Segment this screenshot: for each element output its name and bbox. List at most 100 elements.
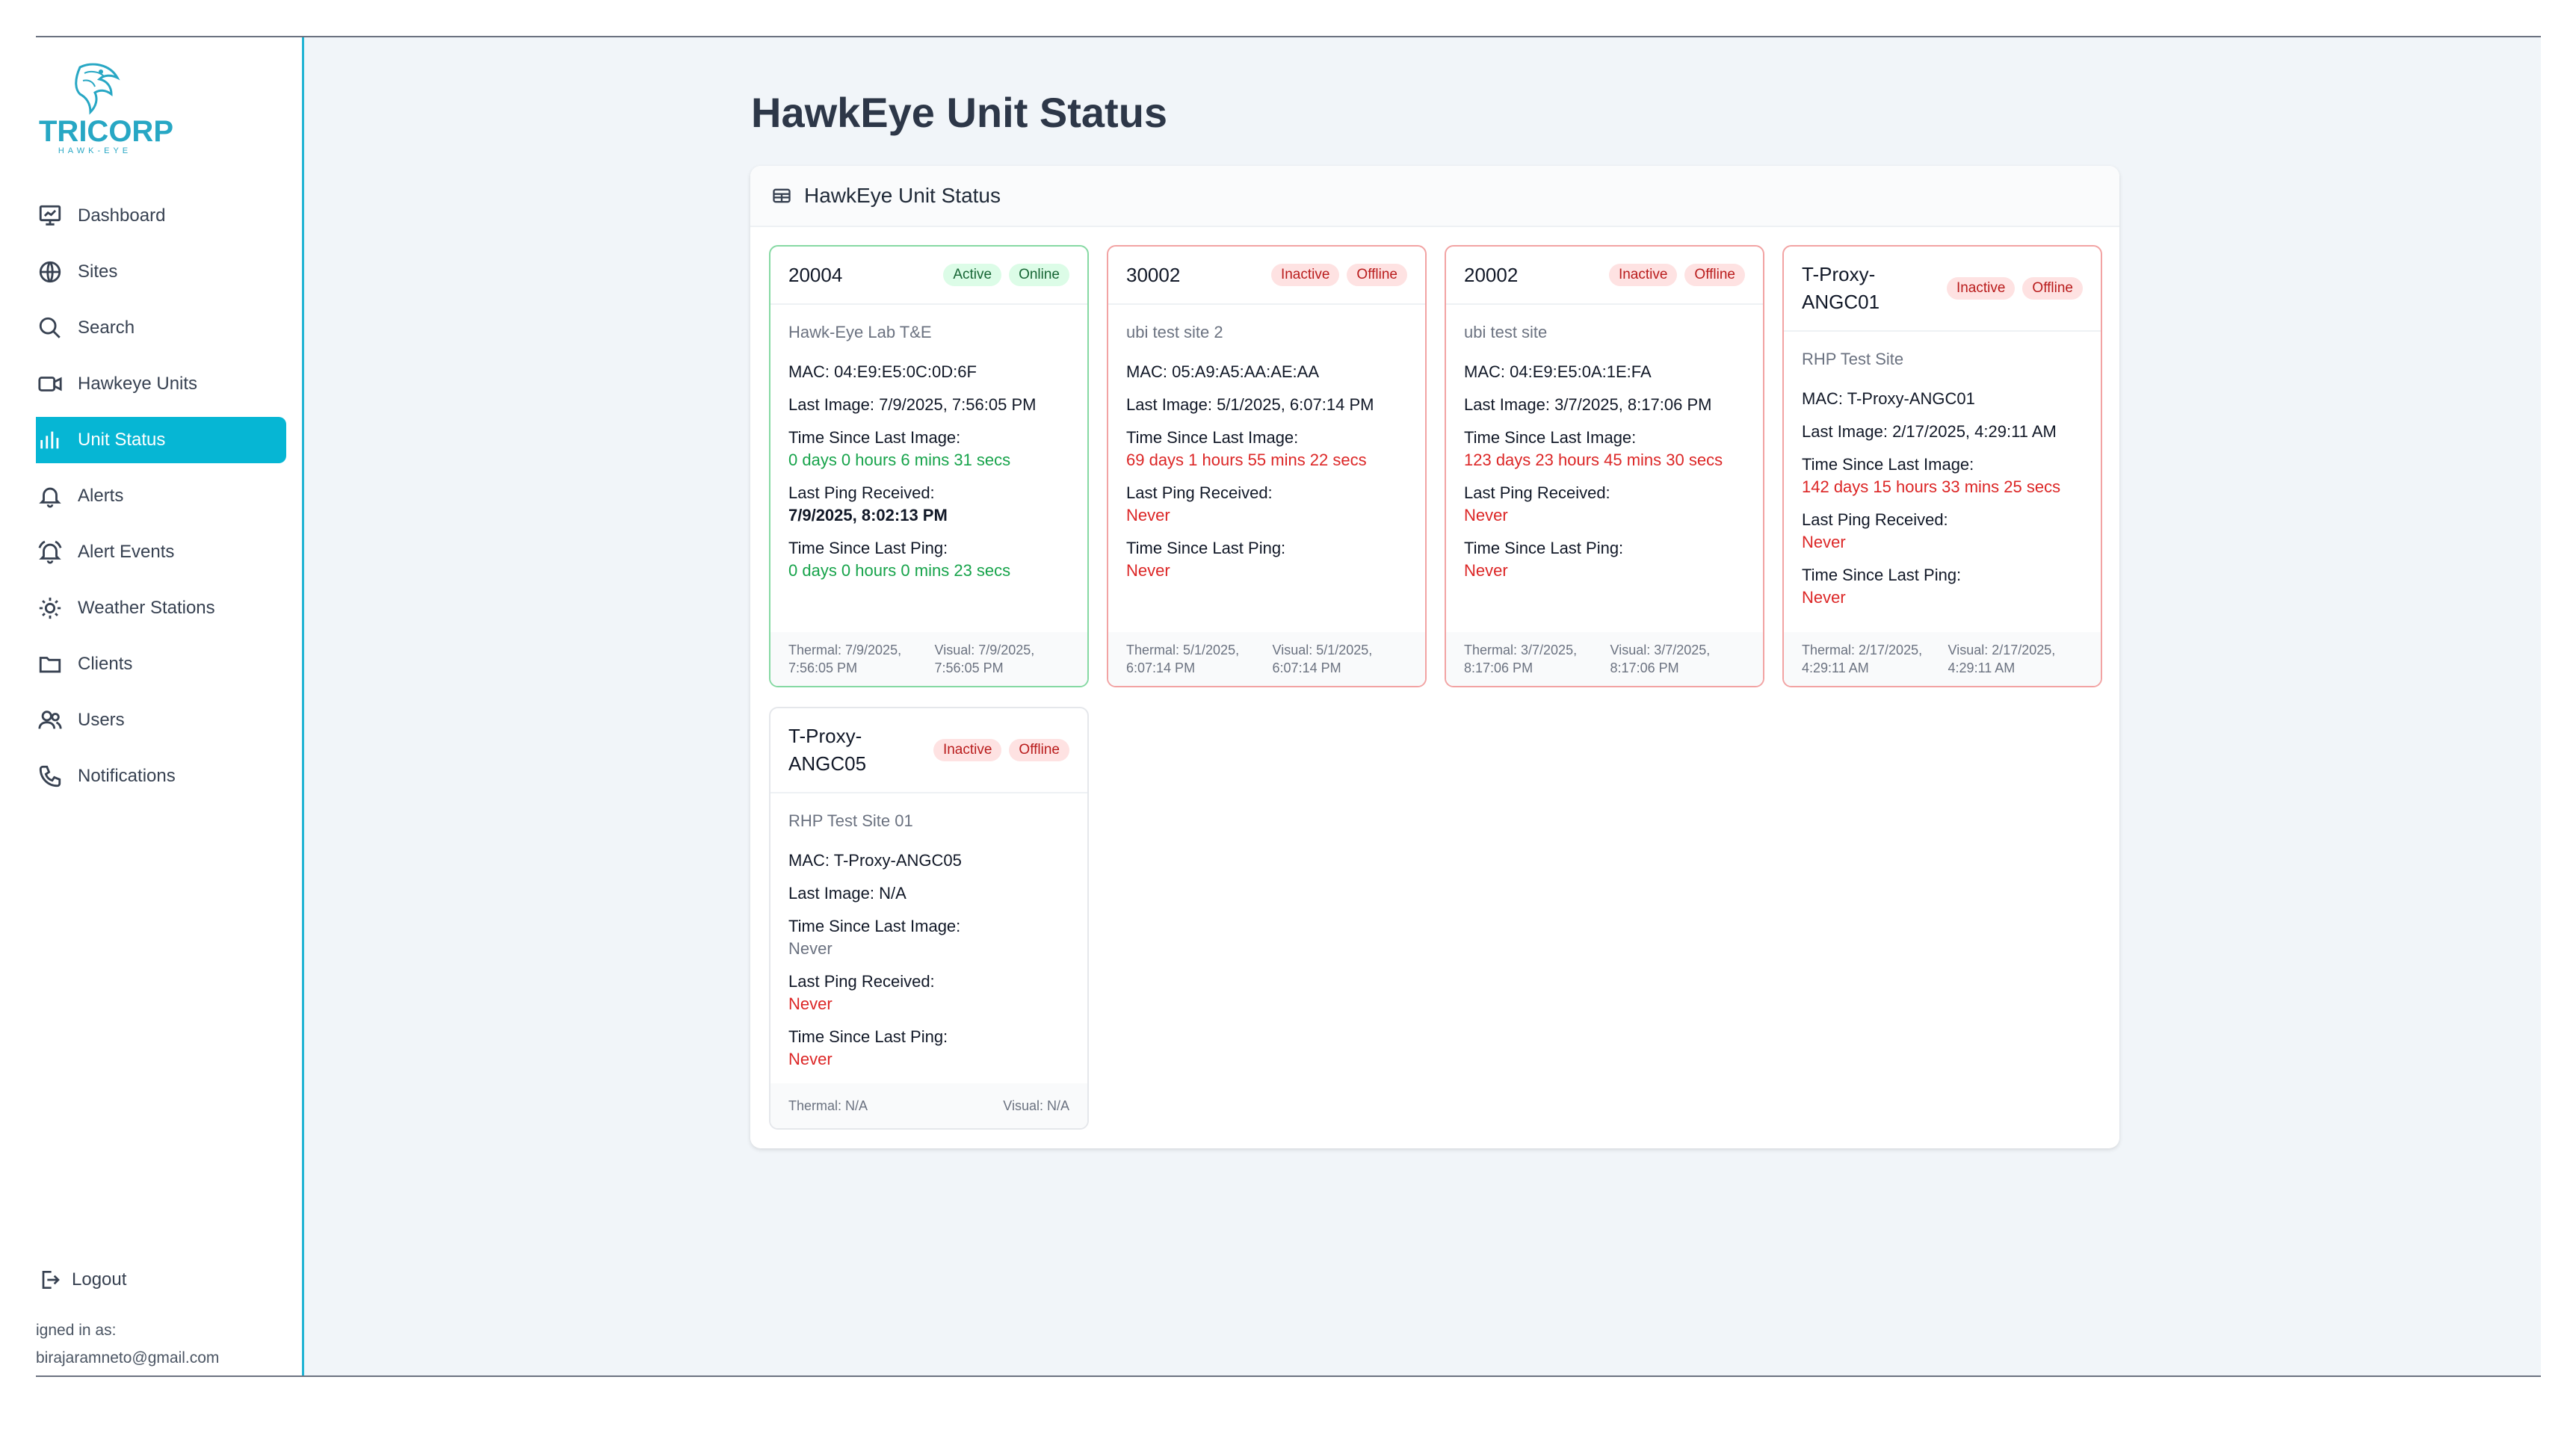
- unit-card-t-proxy-angc05[interactable]: T-Proxy-ANGC05 Inactive Offline RHP Test…: [769, 707, 1089, 1130]
- field-label: Time Since Last Ping:: [788, 1027, 948, 1046]
- page-title: HawkEye Unit Status: [751, 89, 1168, 136]
- field-value: 0 days 0 hours 6 mins 31 secs: [788, 451, 1011, 469]
- chart-board-icon: [37, 203, 63, 229]
- unit-site: RHP Test Site: [1802, 350, 1904, 368]
- last-ping: Last Ping Received: Never: [1464, 482, 1745, 527]
- field-value: Never: [1126, 506, 1170, 524]
- unit-name: 20004: [788, 263, 843, 286]
- folder-icon: [37, 651, 63, 677]
- bell-ring-icon: [37, 539, 63, 565]
- unit-card-body: RHP Test Site MAC: T-Proxy-ANGC01 Last I…: [1784, 332, 2101, 609]
- users-icon: [37, 708, 63, 733]
- status-badge: Active: [943, 264, 1002, 286]
- unit-name: T-Proxy-ANGC05: [788, 725, 867, 775]
- sidebar-item-weather-stations[interactable]: Weather Stations: [36, 585, 286, 631]
- signed-in-label: igned in as:: [36, 1322, 117, 1339]
- connection-badge: Offline: [2022, 277, 2083, 300]
- brand-name: TRICORP: [39, 115, 173, 148]
- unit-name: T-Proxy-ANGC01: [1802, 263, 1880, 313]
- unit-card-footer: Thermal: 2/17/2025, 4:29:11 AM Visual: 2…: [1784, 632, 2101, 686]
- sidebar-item-alert-events[interactable]: Alert Events: [36, 529, 286, 575]
- bar-chart-icon: [37, 427, 63, 453]
- hawk-icon: [75, 63, 120, 115]
- time-since-ping: Time Since Last Ping: Never: [788, 1026, 1069, 1071]
- unit-last-image: Last Image: 3/7/2025, 8:17:06 PM: [1464, 395, 1712, 414]
- logout-icon: [42, 1271, 60, 1289]
- sidebar-item-label: Notifications: [78, 766, 176, 786]
- field-label: Time Since Last Image:: [1464, 428, 1637, 447]
- field-label: Last Ping Received:: [1802, 510, 1948, 529]
- field-label: Last Ping Received:: [788, 972, 935, 991]
- visual-timestamp: Visual: N/A: [1003, 1098, 1069, 1113]
- table-icon: [773, 188, 791, 203]
- sidebar-item-label: Alert Events: [78, 542, 175, 562]
- last-ping: Last Ping Received: Never: [788, 971, 1069, 1015]
- field-value: Never: [1464, 506, 1508, 524]
- thermal-timestamp: Thermal: 2/17/2025, 4:29:11 AM: [1802, 643, 1923, 675]
- logout-button[interactable]: Logout: [37, 1268, 126, 1292]
- sidebar-item-unit-status[interactable]: Unit Status: [36, 417, 286, 463]
- field-label: Time Since Last Ping:: [1464, 539, 1624, 557]
- connection-badge: Offline: [1009, 739, 1069, 761]
- unit-card-footer: Thermal: 5/1/2025, 6:07:14 PM Visual: 5/…: [1108, 632, 1425, 686]
- unit-card-header: 30002 Inactive Offline: [1108, 247, 1425, 305]
- unit-site: ubi test site: [1464, 323, 1548, 341]
- badge-group: Inactive Offline: [933, 739, 1069, 761]
- badge-group: Inactive Offline: [1270, 264, 1407, 286]
- status-badge: Inactive: [1946, 277, 2016, 300]
- field-value: Never: [1802, 533, 1846, 551]
- time-since-image: Time Since Last Image: 142 days 15 hours…: [1802, 454, 2083, 498]
- time-since-ping: Time Since Last Ping: Never: [1802, 564, 2083, 609]
- unit-site: ubi test site 2: [1126, 323, 1223, 341]
- field-label: Time Since Last Image:: [788, 428, 961, 447]
- panel-header: HawkEye Unit Status: [750, 166, 2119, 227]
- unit-card-t-proxy-angc01[interactable]: T-Proxy-ANGC01 Inactive Offline RHP Test…: [1782, 245, 2102, 687]
- sidebar-item-dashboard[interactable]: Dashboard: [36, 193, 286, 239]
- video-icon: [37, 371, 63, 397]
- field-value: Never: [788, 1050, 833, 1068]
- sidebar-item-label: Weather Stations: [78, 598, 215, 618]
- unit-card-20004[interactable]: 20004 Active Online Hawk-Eye Lab T&E MAC…: [769, 245, 1089, 687]
- sidebar-item-sites[interactable]: Sites: [36, 249, 286, 295]
- last-ping: Last Ping Received: Never: [1802, 509, 2083, 554]
- logo[interactable]: TRICORP HAWK-EYE: [39, 60, 173, 157]
- unit-name: 30002: [1126, 263, 1181, 286]
- sidebar-item-hawkeye-units[interactable]: Hawkeye Units: [36, 361, 286, 407]
- panel-title: HawkEye Unit Status: [804, 184, 1001, 207]
- time-since-ping: Time Since Last Ping: Never: [1464, 537, 1745, 582]
- unit-last-image: Last Image: 5/1/2025, 6:07:14 PM: [1126, 395, 1374, 414]
- field-value: Never: [1126, 561, 1170, 580]
- last-ping: Last Ping Received: Never: [1126, 482, 1407, 527]
- unit-status-panel: HawkEye Unit Status 20004 Active Online …: [750, 166, 2119, 1148]
- status-badge: Inactive: [933, 739, 1002, 761]
- sidebar-item-notifications[interactable]: Notifications: [36, 753, 286, 799]
- sidebar-item-alerts[interactable]: Alerts: [36, 473, 286, 519]
- unit-card-20002[interactable]: 20002 Inactive Offline ubi test site MAC…: [1445, 245, 1764, 687]
- sidebar-item-label: Alerts: [78, 486, 124, 506]
- unit-mac: MAC: 05:A9:A5:AA:AE:AA: [1126, 362, 1320, 381]
- field-label: Time Since Last Image:: [1802, 455, 1974, 474]
- unit-name: 20002: [1464, 263, 1519, 286]
- field-value: Never: [1464, 561, 1508, 580]
- sidebar-item-clients[interactable]: Clients: [36, 641, 286, 687]
- field-value: Never: [788, 994, 833, 1013]
- status-badge: Inactive: [1608, 264, 1678, 286]
- unit-card-30002[interactable]: 30002 Inactive Offline ubi test site 2 M…: [1107, 245, 1427, 687]
- visual-timestamp: Visual: 2/17/2025, 4:29:11 AM: [1948, 643, 2056, 675]
- sidebar-item-users[interactable]: Users: [36, 697, 286, 743]
- sidebar-item-label: Unit Status: [78, 430, 166, 450]
- unit-card-body: Hawk-Eye Lab T&E MAC: 04:E9:E5:0C:0D:6F …: [770, 305, 1087, 582]
- badge-group: Inactive Offline: [1608, 264, 1745, 286]
- app-window: TRICORP HAWK-EYE Dashboard Sites Search …: [36, 36, 2541, 1377]
- unit-card-footer: Thermal: N/A Visual: N/A: [770, 1083, 1087, 1128]
- sidebar-item-search[interactable]: Search: [36, 305, 286, 351]
- unit-last-image: Last Image: N/A: [788, 884, 906, 903]
- field-label: Time Since Last Ping:: [1802, 566, 1962, 584]
- time-since-ping: Time Since Last Ping: Never: [1126, 537, 1407, 582]
- unit-card-body: RHP Test Site 01 MAC: T-Proxy-ANGC05 Las…: [770, 793, 1087, 1071]
- bell-icon: [37, 483, 63, 509]
- field-label: Last Ping Received:: [1126, 483, 1273, 502]
- unit-last-image: Last Image: 2/17/2025, 4:29:11 AM: [1802, 422, 2057, 441]
- field-label: Time Since Last Ping:: [788, 539, 948, 557]
- time-since-image: Time Since Last Image: 123 days 23 hours…: [1464, 427, 1745, 471]
